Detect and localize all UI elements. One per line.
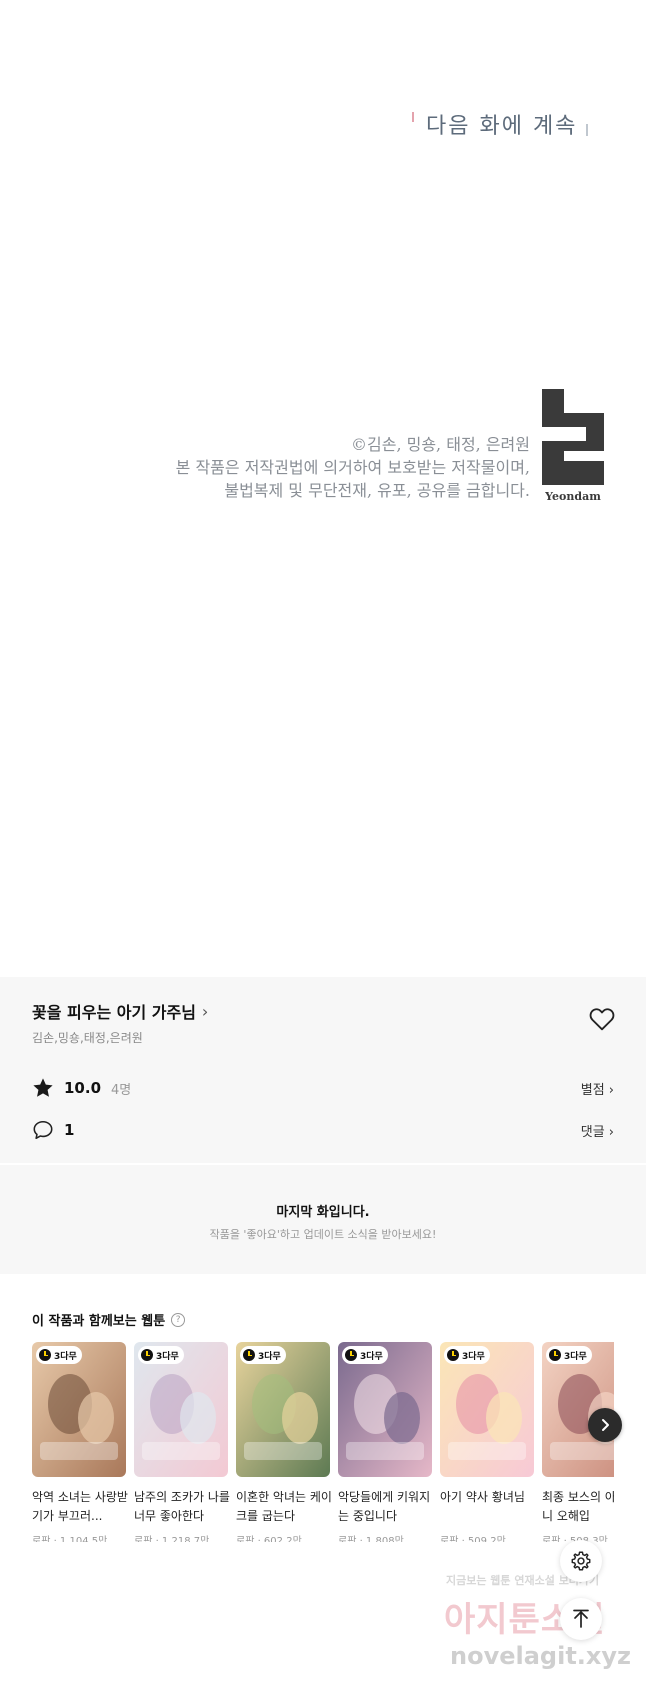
free-wait-badge: 3다무 [546,1346,592,1364]
rate-button[interactable]: 별점 › [581,1079,614,1098]
card-meta: 로판 · 1,808만 [338,1536,404,1542]
free-wait-badge: 3다무 [342,1346,388,1364]
recommendations-title: 이 작품과 함께보는 웹툰 [32,1314,166,1329]
recommendations-header: 이 작품과 함께보는 웹툰 ? [32,1310,186,1329]
publisher-logo-text: Yeondam [545,490,601,503]
clock-icon [39,1349,51,1361]
cover-thumbnail[interactable]: 3다무 [134,1342,228,1477]
badge-label: 3다무 [54,1351,77,1362]
comments-button[interactable]: 댓글 › [581,1121,614,1140]
cover-thumbnail[interactable]: 3다무 [32,1342,126,1477]
rating-row: 10.0 4명 별점 › [32,1075,614,1101]
free-wait-badge: 3다무 [138,1346,184,1364]
publisher-logo-icon [542,389,604,485]
badge-label: 3다무 [462,1351,485,1362]
site-watermark: 지금보는 웹툰 연재소설 보러가기 아지툰소설 novelagit.xyz [438,1570,646,1684]
clock-icon [549,1349,561,1361]
comment-bubble-icon [33,1120,53,1140]
work-title[interactable]: 꽃을 피우는 아기 가주님 [32,999,196,1023]
copyright-line: 본 작품은 저작권법에 의거하여 보호받는 저작물이며, [175,458,530,477]
copyright-line: 불법복제 및 무단전재, 유포, 공유를 금합니다. [224,481,530,500]
card-meta: 로판 · 1,104.5만 [32,1536,108,1542]
cover-thumbnail[interactable]: 3다무 [440,1342,534,1477]
to-be-continued-text: 다음 화에 계속 [426,114,578,139]
recommendations-section: 이 작품과 함께보는 웹툰 ? 3다무악역 소녀는 사랑받기가 부끄러... 로판… [0,1276,646,1568]
copyright-notice: ©김손, 밍숑, 태정, 은려원 본 작품은 저작권법에 의거하여 보호받는 저… [176,433,530,502]
settings-button[interactable] [560,1540,602,1582]
card-title[interactable]: 이혼한 악녀는 케이크를 굽는다 [236,1488,332,1526]
rating-value: 10.0 [64,1079,102,1097]
badge-label: 3다무 [156,1351,179,1362]
last-episode-title: 마지막 화입니다. [276,1205,370,1220]
copyright-line: ©김손, 밍숑, 태정, 은려원 [351,435,530,454]
work-authors: 김손,밍숑,태정,은려원 [32,1031,143,1045]
work-title-link[interactable]: 꽃을 피우는 아기 가주님 › [32,999,208,1023]
clock-icon [243,1349,255,1361]
clock-icon [141,1349,153,1361]
work-info-panel: 꽃을 피우는 아기 가주님 › 김손,밍숑,태정,은려원 10.0 4명 별점 … [0,977,646,1163]
heart-icon[interactable] [589,1007,615,1031]
free-wait-badge: 3다무 [240,1346,286,1364]
arrow-up-icon [573,1609,589,1628]
watermark-url: novelagit.xyz [450,1642,632,1670]
free-wait-badge: 3다무 [444,1346,490,1364]
clock-icon [447,1349,459,1361]
recommendation-carousel: 3다무악역 소녀는 사랑받기가 부끄러... 로판 · 1,104.5만 3다무남주… [32,1342,614,1542]
scroll-to-top-button[interactable] [560,1598,602,1640]
clock-icon [345,1349,357,1361]
badge-label: 3다무 [258,1351,281,1362]
card-title[interactable]: 악당들에게 키워지는 중입니다 [338,1488,434,1526]
rating-count: 4명 [111,1082,132,1098]
help-icon[interactable]: ? [171,1312,186,1327]
cover-thumbnail[interactable]: 3다무 [236,1342,330,1477]
comic-panel: 다음 화에 계속 ©김손, 밍숑, 태정, 은려원 본 작품은 저작권법에 의거… [0,0,646,977]
card-title[interactable]: 최종 보스의 아이라니 오해입 [542,1488,614,1526]
quote-mark-right [586,124,588,136]
badge-label: 3다무 [564,1351,587,1362]
badge-label: 3다무 [360,1351,383,1362]
card-meta: 로판 · 602.2만 [236,1536,302,1542]
quote-mark-left [412,112,414,122]
card-title[interactable]: 아기 약사 황녀님 [440,1488,536,1526]
last-episode-subtitle: 작품을 '좋아요'하고 업데이트 소식을 받아보세요! [209,1228,437,1241]
card-title[interactable]: 남주의 조카가 나를 너무 좋아한다 [134,1488,230,1526]
gear-icon [571,1551,591,1571]
card-meta: 로판 · 1,218.7만 [134,1536,210,1542]
carousel-next-button[interactable] [588,1408,622,1442]
last-episode-notice: 마지막 화입니다. 작품을 '좋아요'하고 업데이트 소식을 받아보세요! [0,1165,646,1274]
star-icon [33,1078,53,1097]
card-title[interactable]: 악역 소녀는 사랑받기가 부끄러... [32,1488,128,1526]
cover-thumbnail[interactable]: 3다무 [338,1342,432,1477]
chevron-right-icon [602,1419,609,1431]
chevron-right-icon: › [201,1001,209,1021]
free-wait-badge: 3다무 [36,1346,82,1364]
comment-count: 1 [64,1121,75,1139]
comment-row: 1 댓글 › [32,1117,614,1143]
card-meta: 로판 · 509.2만 [440,1536,506,1542]
